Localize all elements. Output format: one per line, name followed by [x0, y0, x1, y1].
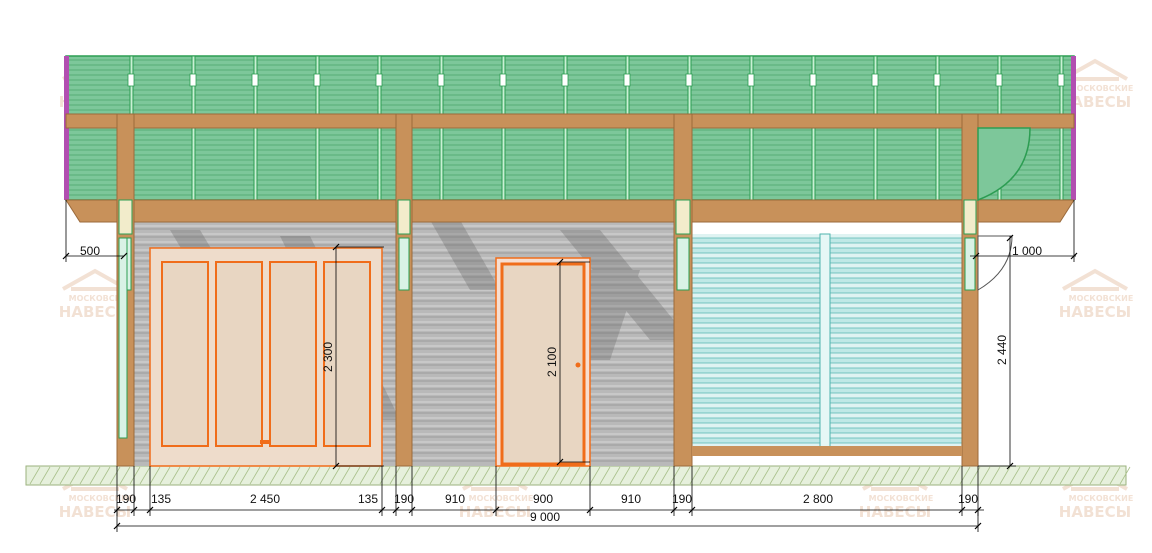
- swing-gate[interactable]: [149, 247, 383, 467]
- dim-height-total: 2 440: [995, 335, 1009, 365]
- watermark-line2: НАВЕСЫ: [1059, 303, 1131, 321]
- post-bracket: [118, 199, 133, 235]
- dim-gate-width: 2 450: [250, 492, 280, 506]
- dim-height-door: 2 100: [545, 347, 559, 377]
- elevation-svg: МОСКОВСКИЕНАВЕСЫМОСКОВСКИЕНАВЕСЫМОСКОВСК…: [25, 55, 1134, 532]
- door-handle-icon: [575, 362, 581, 368]
- post-bracket: [675, 199, 691, 235]
- post-bracket: [397, 199, 411, 235]
- slatted-wall-right: [691, 233, 963, 449]
- post-bracket: [963, 199, 977, 235]
- ground: [25, 465, 1131, 486]
- dim-gap-2b: 910: [621, 492, 641, 506]
- dim-post-4: 190: [958, 492, 978, 506]
- watermark-line1: МОСКОВСКИЕ: [869, 494, 934, 503]
- watermark-line1: МОСКОВСКИЕ: [1069, 84, 1134, 93]
- watermark-line1: МОСКОВСКИЕ: [469, 494, 534, 503]
- dim-overhang-left: 500: [80, 244, 100, 258]
- watermark-logo: МОСКОВСКИЕНАВЕСЫ: [1059, 268, 1134, 321]
- sill-beam: [692, 446, 962, 456]
- gate-latch-icon: [260, 440, 270, 444]
- post-fixing: [676, 237, 690, 291]
- dim-gap-2a: 910: [445, 492, 465, 506]
- watermark-line1: МОСКОВСКИЕ: [1069, 494, 1134, 503]
- watermark-line2: НАВЕСЫ: [1059, 503, 1131, 521]
- dim-door-width: 900: [533, 492, 553, 506]
- watermark-line2: НАВЕСЫ: [859, 503, 931, 521]
- dim-post-2: 190: [394, 492, 414, 506]
- dim-overhang-right: 1 000: [1012, 244, 1042, 258]
- door[interactable]: [495, 257, 591, 467]
- dim-total: 9 000: [530, 510, 560, 524]
- dim-gap-1a: 135: [151, 492, 171, 506]
- dim-post-1: 190: [116, 492, 136, 506]
- watermark-line1: МОСКОВСКИЕ: [1069, 294, 1134, 303]
- post-fixing: [398, 237, 410, 291]
- elevation-drawing: МОСКОВСКИЕ НАВЕСЫ МОСКОВСКИЕ НАВЕСЫ МОСКОВСК…: [0, 0, 1152, 548]
- dim-height-gate: 2 300: [321, 342, 335, 372]
- post-fixing: [964, 237, 976, 291]
- watermark-line2: НАВЕСЫ: [459, 503, 531, 521]
- dim-post-3: 190: [672, 492, 692, 506]
- dim-gap-1b: 135: [358, 492, 378, 506]
- dim-bay-3: 2 800: [803, 492, 833, 506]
